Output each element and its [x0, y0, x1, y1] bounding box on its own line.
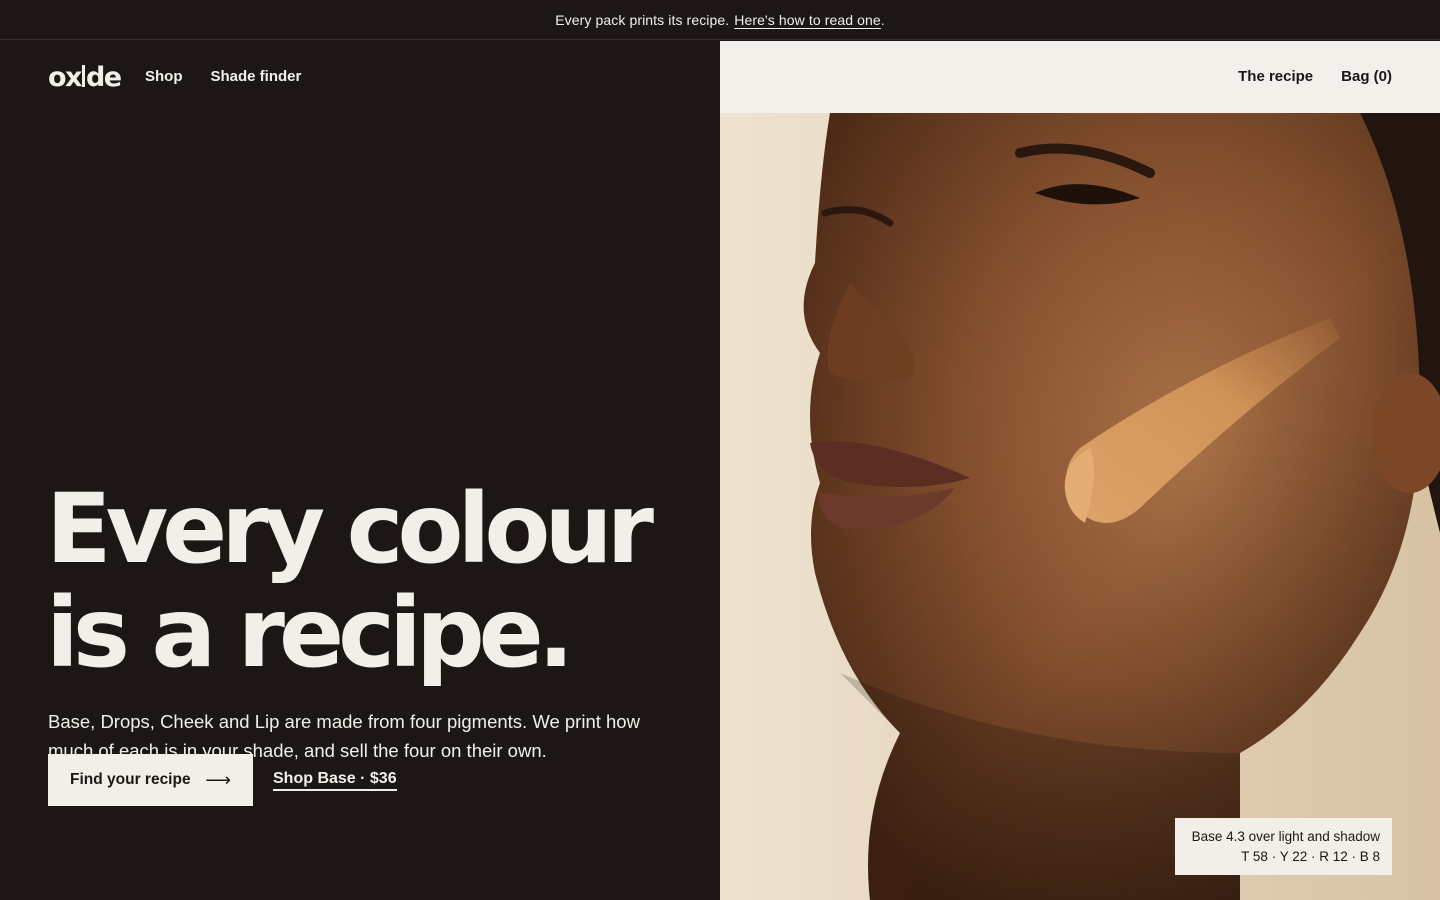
caption-recipe: T 58 · Y 22 · R 12 · B 8 [1241, 849, 1380, 864]
nav-bag[interactable]: Bag (0) [1341, 68, 1392, 85]
shop-base-link[interactable]: Shop Base · $36 [273, 770, 397, 791]
announcement-link[interactable]: Here's how to read one [734, 12, 881, 28]
find-your-recipe-button[interactable]: Find your recipe ⟶ [48, 754, 253, 806]
caption-shade-name: Base 4.3 over light and shadow [1191, 829, 1380, 844]
logo-bar-icon [81, 65, 85, 87]
nav-shade-finder[interactable]: Shade finder [211, 68, 302, 85]
primary-nav: Shop Shade finder [145, 68, 301, 85]
find-your-recipe-label: Find your recipe [70, 771, 191, 788]
hero-left-panel: ox de Shop Shade finder Every colour is a… [0, 41, 720, 900]
logo-text-right: de [85, 62, 122, 93]
announcement-link-suffix: . [880, 11, 885, 28]
headline-line-2: is a recipe. [46, 577, 574, 689]
photo-caption: Base 4.3 over light and shadow T 58 · Y … [1175, 818, 1392, 875]
portrait-illustration [720, 113, 1440, 900]
announcement-bar: Every pack prints its recipe. Here's how… [0, 0, 1440, 40]
logo-text-left: ox [48, 62, 82, 93]
arrow-right-icon: ⟶ [205, 769, 231, 790]
secondary-nav-bar: The recipe Bag (0) [720, 41, 1440, 113]
secondary-nav: The recipe Bag (0) [1238, 68, 1392, 85]
hero-headline: Every colour is a recipe. [46, 473, 654, 689]
brand-logo[interactable]: ox de [48, 62, 122, 93]
hero-photo [720, 113, 1440, 900]
nav-shop[interactable]: Shop [145, 68, 183, 85]
announcement-text: Every pack prints its recipe. [555, 11, 730, 28]
nav-the-recipe[interactable]: The recipe [1238, 68, 1313, 85]
headline-line-1: Every colour [46, 473, 654, 585]
